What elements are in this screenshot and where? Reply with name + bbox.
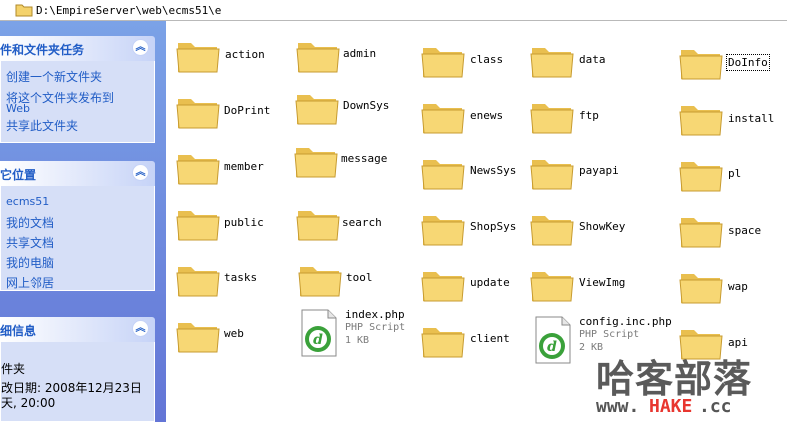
svg-text:d: d bbox=[313, 332, 323, 348]
details-header[interactable]: 细信息 ︽ bbox=[0, 317, 155, 342]
svg-text:HAKE: HAKE bbox=[649, 396, 692, 417]
folder-icon bbox=[176, 99, 220, 129]
folder-icon bbox=[421, 160, 465, 190]
folder-icon bbox=[679, 50, 723, 80]
file-name: config.inc.php bbox=[579, 315, 672, 328]
collapse-chevron-icon[interactable]: ︽ bbox=[132, 320, 149, 337]
folder-icon bbox=[421, 328, 465, 358]
place-shared-documents-link[interactable]: 共享文档 bbox=[6, 234, 54, 251]
folder-icon bbox=[530, 272, 574, 302]
folder-icon bbox=[294, 148, 338, 178]
panel-title: 它位置 bbox=[0, 168, 37, 182]
folder-icon bbox=[679, 106, 723, 136]
file-size: 1 KB bbox=[345, 335, 370, 346]
folder-name: admin bbox=[343, 47, 377, 60]
folder-name: DoInfo bbox=[726, 54, 770, 71]
folder-name: NewsSys bbox=[470, 164, 517, 177]
folder-name: enews bbox=[470, 109, 504, 122]
folder-name: web bbox=[224, 327, 244, 340]
file-type: PHP Script bbox=[345, 322, 406, 333]
details-type: 件夹 bbox=[1, 362, 26, 376]
other-places-header[interactable]: 它位置 ︽ bbox=[0, 161, 155, 186]
task-pane: 件和文件夹任务 ︽ 创建一个新文件夹 将这个文件夹发布到 Web 共享此文件夹 … bbox=[0, 21, 166, 422]
folder-name: action bbox=[225, 48, 265, 61]
task-share-folder-link[interactable]: 共享此文件夹 bbox=[6, 117, 78, 134]
folder-name: data bbox=[579, 53, 606, 66]
svg-text:.cc: .cc bbox=[699, 396, 732, 417]
address-bar[interactable]: D:\EmpireServer\web\ecms51\e bbox=[0, 0, 787, 21]
folder-name: member bbox=[224, 160, 264, 173]
folder-icon bbox=[530, 48, 574, 78]
folder-name: space bbox=[728, 224, 762, 237]
folder-icon bbox=[176, 43, 220, 73]
folder-name: DoPrint bbox=[224, 104, 271, 117]
place-my-documents-link[interactable]: 我的文档 bbox=[6, 214, 54, 231]
folder-icon bbox=[176, 323, 220, 353]
task-new-folder-link[interactable]: 创建一个新文件夹 bbox=[6, 68, 102, 85]
folder-icon bbox=[421, 272, 465, 302]
folder-icon bbox=[176, 211, 220, 241]
dreamweaver-php-file-icon: d bbox=[301, 309, 337, 357]
place-network-link[interactable]: 网上邻居 bbox=[6, 274, 54, 291]
folder-icon bbox=[421, 48, 465, 78]
folder-name: message bbox=[341, 152, 388, 165]
folder-name: client bbox=[470, 332, 510, 345]
collapse-chevron-icon[interactable]: ︽ bbox=[132, 164, 149, 181]
place-my-computer-link[interactable]: 我的电脑 bbox=[6, 254, 54, 271]
other-places-body: ecms51 我的文档 共享文档 我的电脑 网上邻居 bbox=[0, 186, 155, 291]
folder-icon bbox=[176, 155, 220, 185]
folder-icon bbox=[295, 95, 339, 125]
address-path[interactable]: D:\EmpireServer\web\ecms51\e bbox=[36, 4, 221, 17]
file-name: index.php bbox=[345, 308, 405, 321]
folder-icon bbox=[679, 274, 723, 304]
folder-icon bbox=[296, 43, 340, 73]
folder-name: tool bbox=[346, 271, 373, 284]
file-folder-tasks-body: 创建一个新文件夹 将这个文件夹发布到 Web 共享此文件夹 bbox=[0, 61, 155, 143]
folder-icon bbox=[421, 216, 465, 246]
folder-icon bbox=[530, 104, 574, 134]
details-modified-time: 天, 20:00 bbox=[1, 396, 56, 410]
file-type: PHP Script bbox=[579, 329, 640, 340]
folder-icon bbox=[421, 104, 465, 134]
folder-name: tasks bbox=[224, 271, 258, 284]
folder-name: wap bbox=[728, 280, 748, 293]
folder-icon bbox=[530, 216, 574, 246]
folder-name: payapi bbox=[579, 164, 619, 177]
folder-icon bbox=[679, 162, 723, 192]
folder-name: class bbox=[470, 53, 504, 66]
folder-name: ftp bbox=[579, 109, 599, 122]
folder-icon bbox=[530, 160, 574, 190]
svg-text:www.: www. bbox=[596, 396, 639, 417]
watermark-url: www. HAKE .cc bbox=[596, 396, 732, 417]
folder-name: public bbox=[224, 216, 264, 229]
folder-icon bbox=[296, 211, 340, 241]
folder-name: ShowKey bbox=[579, 220, 626, 233]
folder-icon bbox=[15, 4, 33, 17]
panel-title: 件和文件夹任务 bbox=[0, 43, 85, 57]
folder-icon bbox=[679, 218, 723, 248]
folder-name: install bbox=[728, 112, 775, 125]
folder-icon bbox=[298, 267, 342, 297]
details-body: 件夹 改日期: 2008年12月23日 天, 20:00 bbox=[0, 342, 155, 422]
svg-text:d: d bbox=[547, 339, 557, 355]
folder-name: pl bbox=[728, 167, 742, 180]
collapse-chevron-icon[interactable]: ︽ bbox=[132, 39, 149, 56]
panel-title: 细信息 bbox=[0, 324, 37, 338]
folder-name: search bbox=[342, 216, 382, 229]
folder-name: DownSys bbox=[343, 99, 390, 112]
folder-name: ShopSys bbox=[470, 220, 517, 233]
place-ecms51-link[interactable]: ecms51 bbox=[6, 195, 49, 208]
folder-name: ViewImg bbox=[579, 276, 626, 289]
watermark-logo: 哈客部落 www. HAKE .cc bbox=[596, 348, 787, 422]
folder-icon bbox=[176, 267, 220, 297]
folder-name: update bbox=[470, 276, 510, 289]
dreamweaver-php-file-icon: d bbox=[535, 316, 571, 364]
task-publish-web-link[interactable]: Web bbox=[6, 102, 30, 115]
file-folder-tasks-header[interactable]: 件和文件夹任务 ︽ bbox=[0, 36, 155, 61]
